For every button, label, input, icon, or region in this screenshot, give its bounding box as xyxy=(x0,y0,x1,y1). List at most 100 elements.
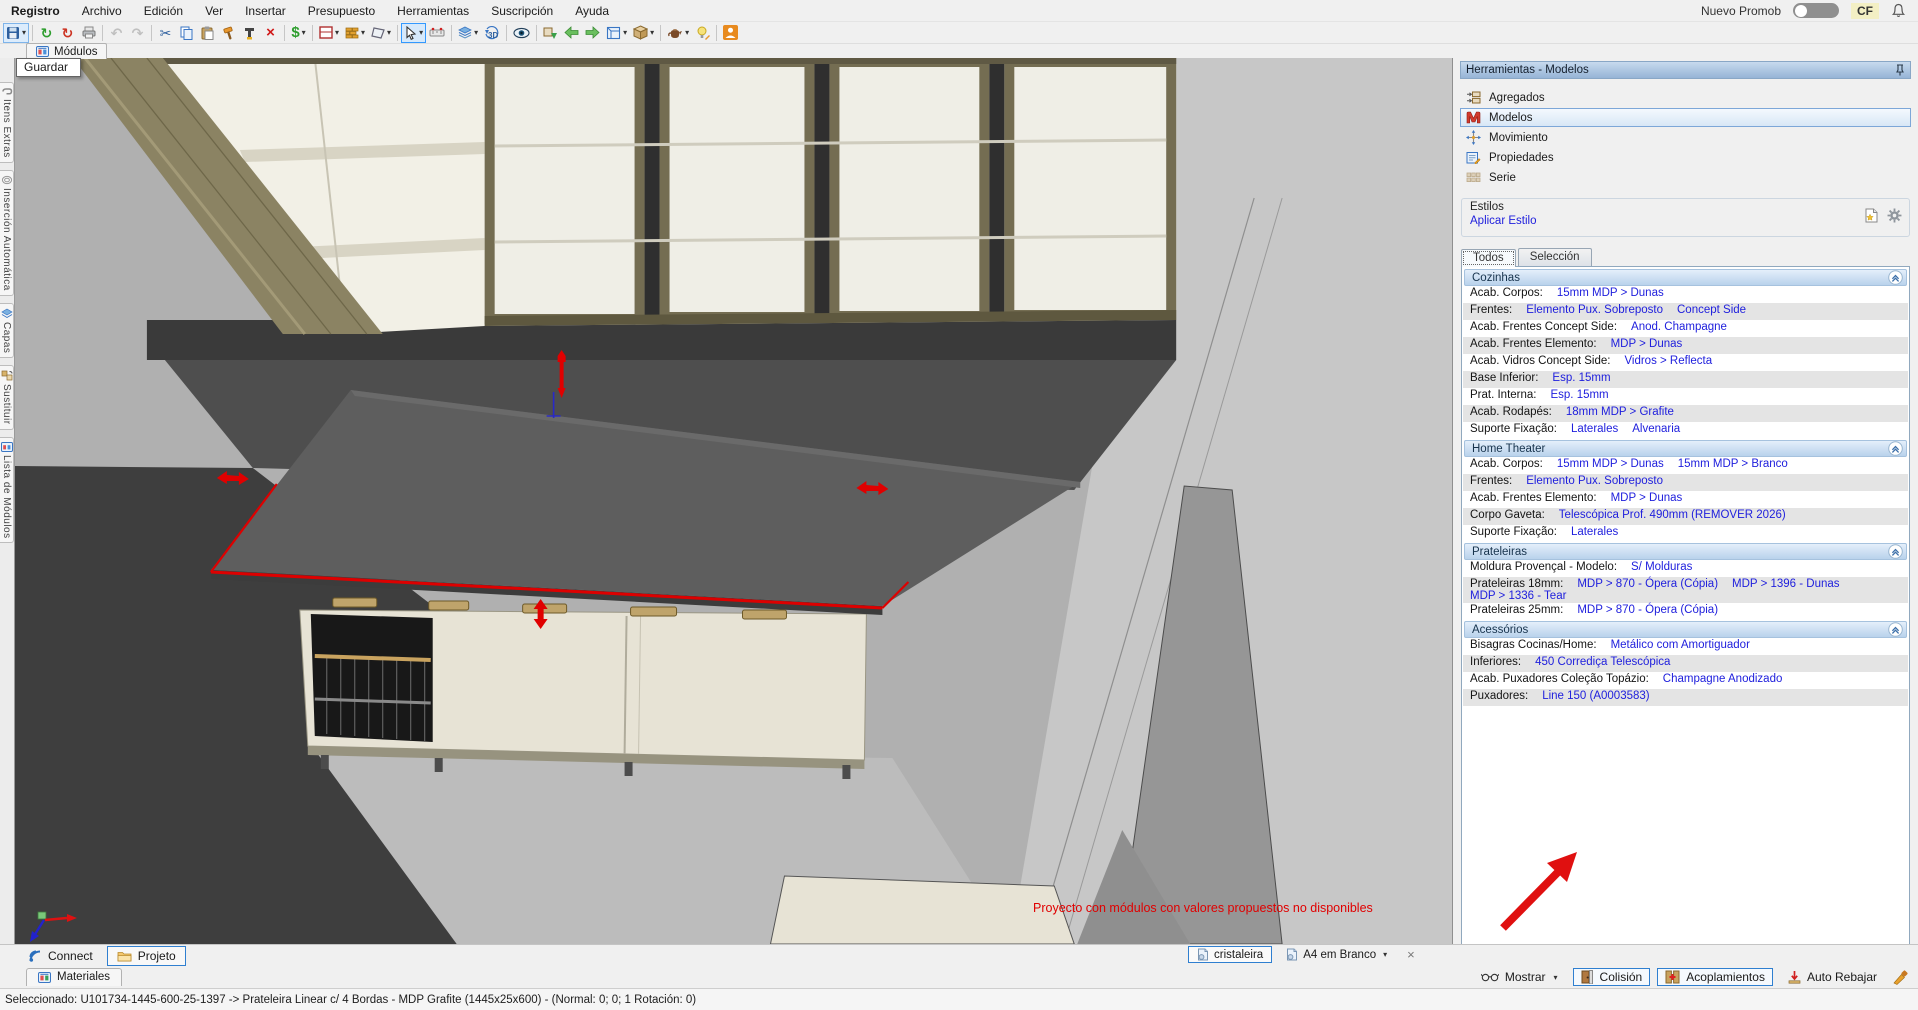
dropdown-caret-icon[interactable]: ▾ xyxy=(474,28,478,37)
style-value-link[interactable]: Metálico com Amortiguador xyxy=(1611,639,1750,651)
tab-todos[interactable]: Todos xyxy=(1461,249,1516,267)
dropdown-caret-icon[interactable]: ▾ xyxy=(22,28,26,37)
toolbar-button-paste[interactable] xyxy=(197,23,218,43)
menu-item-suscripcion[interactable]: Suscripción xyxy=(480,1,564,21)
toolbar-button-insert-module[interactable] xyxy=(540,23,561,43)
style-value-link[interactable]: Esp. 15mm xyxy=(1550,389,1608,401)
style-value-link[interactable]: Laterales xyxy=(1571,423,1618,435)
style-value-link[interactable]: MDP > Dunas xyxy=(1611,492,1683,504)
toolbar-button-build[interactable] xyxy=(218,23,239,43)
dropdown-caret-icon[interactable]: ▾ xyxy=(419,28,423,37)
menu-item-ver[interactable]: Ver xyxy=(194,1,234,21)
toolbar-button-nav-back[interactable] xyxy=(561,23,582,43)
toolbar-button-format-tool[interactable] xyxy=(239,23,260,43)
toolbar-button-account[interactable] xyxy=(720,23,741,43)
toolbar-button-box-view[interactable]: ▾ xyxy=(630,23,657,43)
pin-icon[interactable] xyxy=(1895,64,1905,76)
toolbar-button-measure[interactable] xyxy=(426,23,448,43)
style-value-link[interactable]: MDP > 870 - Ópera (Cópia) xyxy=(1577,578,1718,590)
sidebar-tab-lista-de-modulos[interactable]: Lista de Módulos xyxy=(0,436,14,544)
dropdown-caret-icon[interactable]: ▾ xyxy=(1383,950,1387,959)
toolbar-button-print[interactable] xyxy=(78,23,99,43)
dropdown-caret-icon[interactable]: ▾ xyxy=(302,28,306,37)
menu-item-edicion[interactable]: Edición xyxy=(133,1,194,21)
toolbar-button-delete[interactable]: × xyxy=(260,23,281,43)
dropdown-caret-icon[interactable]: ▾ xyxy=(650,28,654,37)
panel-nav-propiedades[interactable]: Propiedades xyxy=(1460,148,1911,167)
panel-nav-movimiento[interactable]: Movimiento xyxy=(1460,128,1911,147)
doc-tab-a4-em-branco[interactable]: A4 em Branco ▾ xyxy=(1277,946,1396,963)
new-style-icon[interactable] xyxy=(1865,208,1878,223)
style-value-link[interactable]: Vidros > Reflecta xyxy=(1624,355,1712,367)
toolbar-button-walls[interactable]: ▾ xyxy=(342,23,368,43)
toolbar-button-save[interactable]: ▾ xyxy=(3,22,30,43)
style-value-link[interactable]: Telescópica Prof. 490mm (REMOVER 2026) xyxy=(1559,509,1786,521)
toolbar-button-cut[interactable]: ✂ xyxy=(155,23,176,43)
style-value-link[interactable]: 18mm MDP > Grafite xyxy=(1566,406,1674,418)
panel-nav-serie[interactable]: Serie xyxy=(1460,168,1911,187)
chevron-up-icon[interactable] xyxy=(1888,622,1903,637)
toolbar-button-shapes[interactable]: ▾ xyxy=(368,23,394,43)
style-value-link[interactable]: Elemento Pux. Sobreposto xyxy=(1526,304,1663,316)
sidebar-tab-capas[interactable]: Capas xyxy=(0,302,14,359)
bottom-button-mostrar[interactable]: Mostrar ▾ xyxy=(1473,968,1566,986)
style-value-link[interactable]: Laterales xyxy=(1571,526,1618,538)
doc-tab-cristaleira[interactable]: cristaleira xyxy=(1188,946,1273,963)
bottom-tab-connect[interactable]: Connect xyxy=(18,946,103,966)
style-value-link[interactable]: Line 150 (A0003583) xyxy=(1542,690,1649,702)
chevron-up-icon[interactable] xyxy=(1888,270,1903,285)
menu-item-ayuda[interactable]: Ayuda xyxy=(564,1,620,21)
style-value-link[interactable]: Elemento Pux. Sobreposto xyxy=(1526,475,1663,487)
section-header-prateleiras[interactable]: Prateleiras xyxy=(1464,543,1907,560)
dropdown-caret-icon[interactable]: ▾ xyxy=(1554,973,1558,982)
toolbar-button-sync-red[interactable]: ↻ xyxy=(57,23,78,43)
toolbar-button-redo[interactable]: ↷ xyxy=(127,23,148,43)
toolbar-button-select[interactable]: ▾ xyxy=(401,22,427,43)
tab-seleccion[interactable]: Selección xyxy=(1517,248,1592,266)
style-value-link[interactable]: Alvenaria xyxy=(1632,423,1680,435)
bottom-button-auto-rebajar[interactable]: Auto Rebajar xyxy=(1780,968,1885,986)
sidebar-tab-insercion-automatica[interactable]: Inserción Automática xyxy=(0,169,14,296)
bottom-tab-projeto[interactable]: Projeto xyxy=(106,945,186,966)
tab-modulos[interactable]: Módulos xyxy=(26,43,108,59)
chevron-up-icon[interactable] xyxy=(1888,544,1903,559)
menu-item-registro[interactable]: Registro xyxy=(0,1,71,21)
style-value-link[interactable]: Anod. Champagne xyxy=(1631,321,1727,333)
dropdown-caret-icon[interactable]: ▾ xyxy=(335,28,339,37)
gear-icon[interactable] xyxy=(1887,208,1902,223)
style-value-link[interactable]: Champagne Anodizado xyxy=(1663,673,1783,685)
section-header-cozinhas[interactable]: Cozinhas xyxy=(1464,269,1907,286)
style-value-link[interactable]: MDP > 870 - Ópera (Cópia) xyxy=(1577,604,1718,616)
viewport-3d[interactable]: Proyecto con módulos con valores propues… xyxy=(14,58,1452,944)
toolbar-button-copy[interactable] xyxy=(176,23,197,43)
section-header-home-theater[interactable]: Home Theater xyxy=(1464,440,1907,457)
close-document-icon[interactable]: × xyxy=(1401,947,1421,962)
style-value-link[interactable]: MDP > 1336 - Tear xyxy=(1470,590,1566,602)
toolbar-button-environment[interactable]: ▾ xyxy=(316,23,342,43)
section-header-acessorios[interactable]: Acessórios xyxy=(1464,621,1907,638)
toolbar-button-sync-green[interactable]: ↻ xyxy=(36,23,57,43)
dropdown-caret-icon[interactable]: ▾ xyxy=(685,28,689,37)
toolbar-button-room-view[interactable]: ▾ xyxy=(603,23,630,43)
bottom-button-acoplamientos[interactable]: Acoplamientos xyxy=(1657,968,1773,986)
style-value-link[interactable]: Esp. 15mm xyxy=(1552,372,1610,384)
chevron-up-icon[interactable] xyxy=(1888,441,1903,456)
style-value-link[interactable]: 450 Corrediça Telescópica xyxy=(1535,656,1670,668)
menu-item-insertar[interactable]: Insertar xyxy=(234,1,297,21)
tab-materiales[interactable]: Materiales xyxy=(26,968,123,986)
menu-item-presupuesto[interactable]: Presupuesto xyxy=(297,1,386,21)
style-value-link[interactable]: MDP > Dunas xyxy=(1611,338,1683,350)
toolbar-button-render[interactable]: ▾ xyxy=(664,23,692,43)
style-value-link[interactable]: 15mm MDP > Dunas xyxy=(1557,458,1664,470)
panel-nav-agregados[interactable]: Agregados xyxy=(1460,88,1911,107)
toolbar-button-view-3d[interactable]: 3D xyxy=(481,23,503,43)
sidebar-tab-itens-extras[interactable]: Itens Extras xyxy=(0,82,14,163)
toolbar-button-budget[interactable]: $ ▾ xyxy=(288,23,309,43)
sidebar-tab-sustituir[interactable]: Sustituir xyxy=(0,365,14,430)
menu-item-archivo[interactable]: Archivo xyxy=(71,1,133,21)
new-promob-toggle[interactable] xyxy=(1793,3,1839,18)
spray-icon[interactable] xyxy=(1892,969,1908,985)
toolbar-button-visibility[interactable] xyxy=(510,23,533,43)
apply-style-link[interactable]: Aplicar Estilo xyxy=(1470,215,1536,227)
style-value-link[interactable]: Concept Side xyxy=(1677,304,1746,316)
